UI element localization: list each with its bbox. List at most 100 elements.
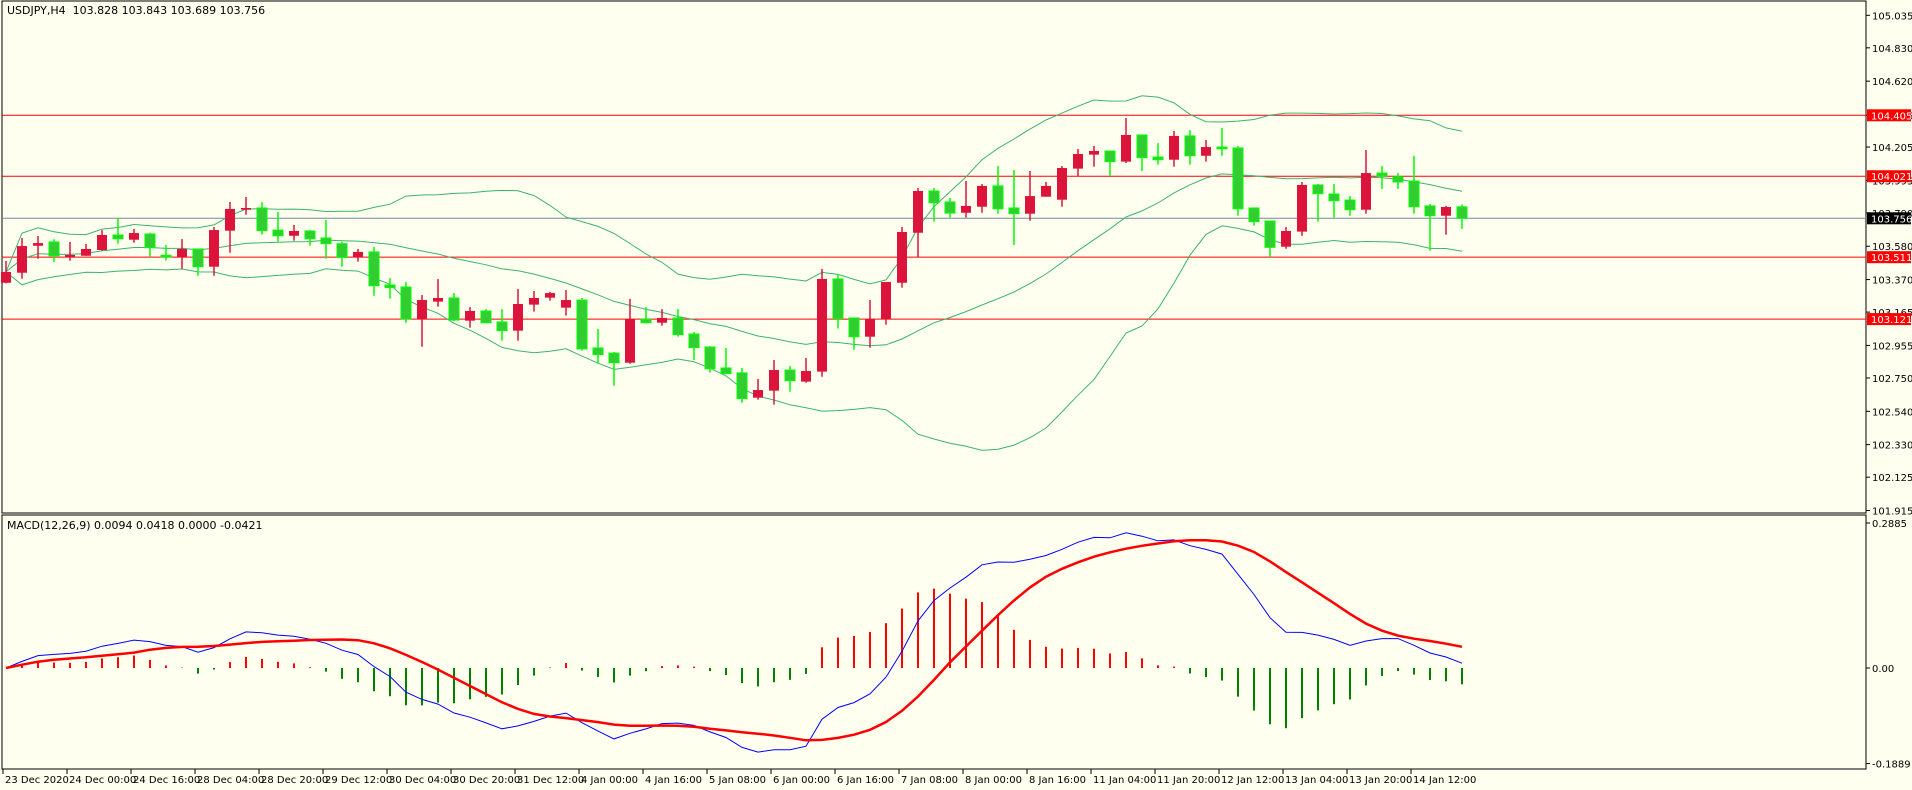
bollinger-lower-band <box>5 225 1463 451</box>
candle[interactable] <box>545 291 555 301</box>
candle[interactable] <box>832 274 844 329</box>
candle[interactable] <box>304 230 316 246</box>
candle[interactable] <box>1041 181 1051 197</box>
candle[interactable] <box>897 227 907 288</box>
candle[interactable] <box>1025 171 1035 221</box>
candle[interactable] <box>1281 227 1291 249</box>
time-tick-label: 13 Jan 04:00 <box>1285 775 1348 786</box>
candle[interactable] <box>1121 117 1131 164</box>
candle[interactable] <box>1312 184 1324 222</box>
candle[interactable] <box>977 184 987 213</box>
candle[interactable] <box>272 211 284 242</box>
time-tick-label: 7 Jan 08:00 <box>901 775 958 786</box>
candle-body <box>1184 135 1196 157</box>
candle[interactable] <box>144 232 156 258</box>
candle[interactable] <box>561 290 571 316</box>
candle[interactable] <box>289 224 299 241</box>
candle[interactable] <box>881 281 891 325</box>
candle[interactable] <box>1328 184 1340 218</box>
candle[interactable] <box>1361 150 1371 214</box>
candle[interactable] <box>336 241 348 267</box>
candle-body <box>1456 206 1468 219</box>
candle[interactable] <box>1184 130 1196 165</box>
candle[interactable] <box>688 331 700 361</box>
chart-window[interactable]: 105.035104.830104.620104.405104.205103.9… <box>0 0 1912 790</box>
candle[interactable] <box>417 294 427 347</box>
candle[interactable] <box>753 378 763 400</box>
candle[interactable] <box>97 230 107 251</box>
candle[interactable] <box>1201 140 1211 162</box>
candle[interactable] <box>625 298 635 364</box>
candle[interactable] <box>992 166 1004 214</box>
candle[interactable] <box>400 281 412 323</box>
candle[interactable] <box>1008 170 1020 245</box>
candle[interactable] <box>112 218 124 244</box>
candle[interactable] <box>1057 166 1067 207</box>
candle[interactable] <box>817 268 827 377</box>
candle[interactable] <box>465 307 475 328</box>
candle[interactable] <box>513 288 523 341</box>
candle-body <box>1248 207 1260 223</box>
candle[interactable] <box>672 309 684 337</box>
candle-body <box>1264 220 1276 248</box>
candle-body <box>384 284 396 289</box>
candle[interactable] <box>1456 204 1468 229</box>
candle[interactable] <box>1424 204 1436 251</box>
candle[interactable] <box>1344 195 1356 216</box>
candle-body <box>961 205 971 213</box>
candle[interactable] <box>81 244 91 256</box>
candle[interactable] <box>1441 205 1451 235</box>
candle[interactable] <box>496 309 508 341</box>
candle[interactable] <box>17 237 27 279</box>
candle[interactable] <box>529 290 539 312</box>
candle[interactable] <box>353 248 363 262</box>
candle[interactable] <box>1216 127 1228 156</box>
candle[interactable] <box>640 307 652 324</box>
candle[interactable] <box>256 201 268 235</box>
price-tick-label: 104.830 <box>1872 44 1912 55</box>
price-chart[interactable]: 105.035104.830104.620104.405104.205103.9… <box>0 0 1912 790</box>
candle[interactable] <box>592 328 604 364</box>
candle-body <box>1328 193 1340 202</box>
candle[interactable] <box>784 366 796 392</box>
candle[interactable] <box>448 293 460 321</box>
candle[interactable] <box>720 347 732 375</box>
candle[interactable] <box>1152 143 1164 165</box>
candle[interactable] <box>736 367 748 403</box>
candle[interactable] <box>928 187 940 222</box>
candle[interactable] <box>209 227 219 276</box>
candle[interactable] <box>1264 220 1276 258</box>
candle-body <box>720 367 732 375</box>
candle[interactable] <box>160 244 172 261</box>
time-tick-label: 4 Jan 16:00 <box>645 775 702 786</box>
candle[interactable] <box>1073 148 1083 176</box>
candle[interactable] <box>865 300 875 348</box>
candle[interactable] <box>48 239 60 262</box>
candle[interactable] <box>1248 207 1260 226</box>
candle[interactable] <box>576 297 588 351</box>
candle[interactable] <box>177 239 187 269</box>
candle[interactable] <box>1136 134 1148 172</box>
price-tick-label: 102.125 <box>1872 473 1912 484</box>
candle[interactable] <box>1089 145 1099 167</box>
candle[interactable] <box>769 360 779 405</box>
candle[interactable] <box>433 279 443 307</box>
candle[interactable] <box>1169 131 1179 167</box>
candle[interactable] <box>368 247 380 296</box>
candle[interactable] <box>320 220 332 259</box>
candle[interactable] <box>1104 150 1116 176</box>
candle[interactable] <box>65 241 75 261</box>
macd-tick-label: 0.2885 <box>1872 519 1907 530</box>
candle[interactable] <box>944 197 956 218</box>
candle[interactable] <box>1408 155 1420 214</box>
candle[interactable] <box>480 309 492 324</box>
candle[interactable] <box>1392 173 1404 189</box>
candle[interactable] <box>961 181 971 218</box>
candle[interactable] <box>801 357 811 383</box>
candle[interactable] <box>913 187 923 258</box>
candle[interactable] <box>1232 145 1244 216</box>
candle[interactable] <box>704 346 716 373</box>
candle[interactable] <box>1297 181 1307 236</box>
candle[interactable] <box>129 228 139 243</box>
candle[interactable] <box>241 197 251 215</box>
